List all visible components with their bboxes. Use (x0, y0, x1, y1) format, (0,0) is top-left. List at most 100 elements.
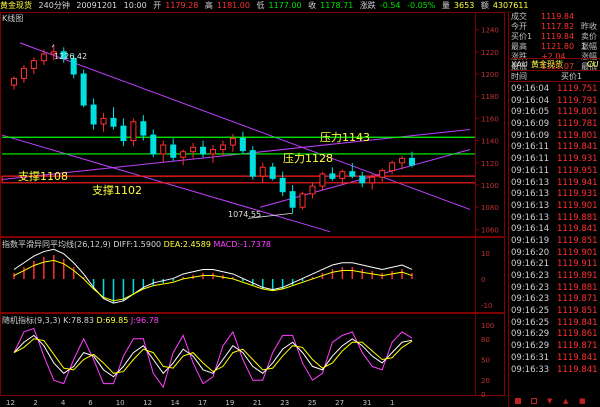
record-icon[interactable] (515, 398, 521, 404)
tick-time: 09:16:14 (511, 224, 550, 235)
tick-header: 时间 买价1 (509, 70, 600, 82)
tick-price: 1119.881 (557, 282, 598, 293)
tick-row[interactable]: 09:16:04 1119.791 (509, 96, 600, 108)
tick-row[interactable]: 09:16:14 1119.841 (509, 224, 600, 236)
tick-time: 09:16:09 (511, 119, 550, 130)
tab-xau[interactable]: XAU (511, 59, 528, 70)
tick-price: 1119.841 (557, 224, 598, 235)
tick-row[interactable]: 09:16:23 1119.881 (509, 283, 600, 295)
quote-panel: 成交 1119.84 今开 1117.82 昨收 买价1 1119.84 卖价1 最高 1121.… (508, 12, 600, 407)
tab-instrument[interactable]: 黄金现货 (531, 59, 563, 70)
tick-row[interactable]: 09:16:13 1119.881 (509, 213, 600, 225)
tick-row[interactable]: 09:16:11 1119.841 (509, 142, 600, 154)
tick-row[interactable]: 09:16:33 1119.841 (509, 365, 600, 377)
chart-area[interactable]: 1240 1220 1200 1180 1160 1140 1120 1100 1080 1060… (0, 12, 505, 407)
tab-cu[interactable]: CU (587, 59, 598, 70)
change-pct: -0.05% (407, 1, 436, 10)
candle-body (90, 104, 97, 125)
quote-key: 最高 (511, 42, 527, 51)
tick-row[interactable]: 09:16:20 1119.901 (509, 248, 600, 260)
chevron-down-icon[interactable]: ▼ (547, 398, 552, 405)
tick-time: 09:16:33 (511, 364, 550, 375)
tick-time: 09:16:25 (511, 306, 550, 317)
tick-row[interactable]: 09:16:13 1119.931 (509, 189, 600, 201)
tick-row[interactable]: 09:16:04 1119.751 (509, 84, 600, 96)
candle-body (319, 173, 326, 187)
macd-dea-line (13, 259, 413, 302)
period-label[interactable]: 240分钟 (39, 1, 70, 10)
change-value: -0.54 (379, 1, 401, 10)
macd-tick-label: -10 (481, 302, 492, 310)
tick-row[interactable]: 09:16:13 1119.941 (509, 178, 600, 190)
x-axis-label: 12 (6, 399, 15, 407)
x-axis-label: 2 (33, 399, 37, 407)
tick-price: 1119.871 (557, 294, 598, 305)
x-axis-label: 27 (335, 399, 344, 407)
kdj-tick-label: 80 (481, 336, 490, 344)
candle-body (140, 121, 147, 136)
kdj-d-line (13, 338, 413, 374)
change-label: 涨跌 (359, 1, 376, 10)
high-label: 高 (204, 1, 213, 10)
quote-key: 成交 (511, 12, 527, 21)
candle-body (100, 117, 107, 125)
candle-body (339, 171, 346, 179)
candle-body (160, 144, 167, 155)
tick-time: 09:16:13 (511, 212, 550, 223)
close-value: 1178.71 (320, 1, 354, 10)
candle-body (349, 171, 356, 177)
high-value: 1181.00 (216, 1, 250, 10)
x-axis-label: 21 (253, 399, 262, 407)
grid-icon[interactable]: ■ (579, 398, 586, 405)
tick-row[interactable]: 09:16:21 1119.911 (509, 259, 600, 271)
price-tick-label: 1180 (481, 93, 499, 101)
tick-row[interactable]: 09:16:05 1119.801 (509, 107, 600, 119)
tick-row[interactable]: 09:16:11 1119.951 (509, 166, 600, 178)
candle-body (289, 191, 296, 208)
stop-icon[interactable] (531, 398, 537, 404)
tick-price: 1119.891 (557, 271, 598, 281)
kdj-tick-label: 100 (481, 322, 494, 330)
support-1102-label: 支撑1102 (92, 184, 142, 197)
candle-body (180, 151, 187, 158)
tick-row[interactable]: 09:16:29 1119.861 (509, 329, 600, 341)
tick-row[interactable]: 09:16:23 1119.871 (509, 294, 600, 306)
tick-row[interactable]: 09:16:25 1119.851 (509, 306, 600, 318)
candle-body (11, 77, 17, 86)
low-value: 1177.00 (268, 1, 302, 10)
tick-row[interactable]: 09:16:09 1119.801 (509, 131, 600, 143)
tick-row[interactable]: 09:16:09 1119.781 (509, 119, 600, 131)
candle-body (30, 60, 37, 69)
date-label: 20091201 (76, 1, 118, 10)
tick-list[interactable]: 09:16:04 1119.751 09:16:04 1119.791 09:16:05… (509, 84, 600, 376)
volume-label: 量 (441, 1, 450, 10)
low-label: 低 (256, 1, 265, 10)
amount-value: 4307611 (492, 1, 529, 10)
tick-price: 1119.931 (557, 154, 598, 165)
kdj-tick-label: 0 (481, 391, 485, 399)
quote-value: 1117.82 (541, 22, 575, 31)
macd-title: 指数平滑异同平均线(26,12,9) DIFF:1.5900 DEA:2.458… (2, 240, 272, 249)
tick-row[interactable]: 09:16:11 1119.931 (509, 154, 600, 166)
tick-row[interactable]: 09:16:23 1119.891 (509, 271, 600, 283)
candle-body (259, 166, 266, 177)
candle-body (229, 137, 236, 146)
tick-price: 1119.791 (557, 95, 598, 106)
chevron-up-icon[interactable]: ▲ (563, 398, 568, 405)
bottom-toolbar: ▼ ▲ ■ (509, 397, 600, 407)
kdj-tick-label: 20 (481, 377, 490, 385)
tick-price: 1119.911 (557, 259, 598, 270)
kdj-title: 随机指标(9,3,3) K:78.83 D:69.85 J:96.78 (2, 316, 159, 325)
tick-row[interactable]: 09:16:19 1119.851 (509, 236, 600, 248)
price-tick-label: 1220 (481, 49, 499, 57)
tick-row[interactable]: 09:16:25 1119.841 (509, 318, 600, 330)
tick-row[interactable]: 09:16:29 1119.871 (509, 341, 600, 353)
tick-time: 09:16:13 (511, 177, 550, 188)
kdj-j-line (13, 327, 413, 389)
volume-value: 3653 (453, 1, 475, 10)
x-axis-label: 14 (171, 399, 180, 407)
tick-row[interactable]: 09:16:13 1119.901 (509, 201, 600, 213)
price-tick-label: 1140 (481, 138, 499, 146)
candle-body (190, 146, 197, 153)
tick-row[interactable]: 09:16:31 1119.841 (509, 353, 600, 365)
